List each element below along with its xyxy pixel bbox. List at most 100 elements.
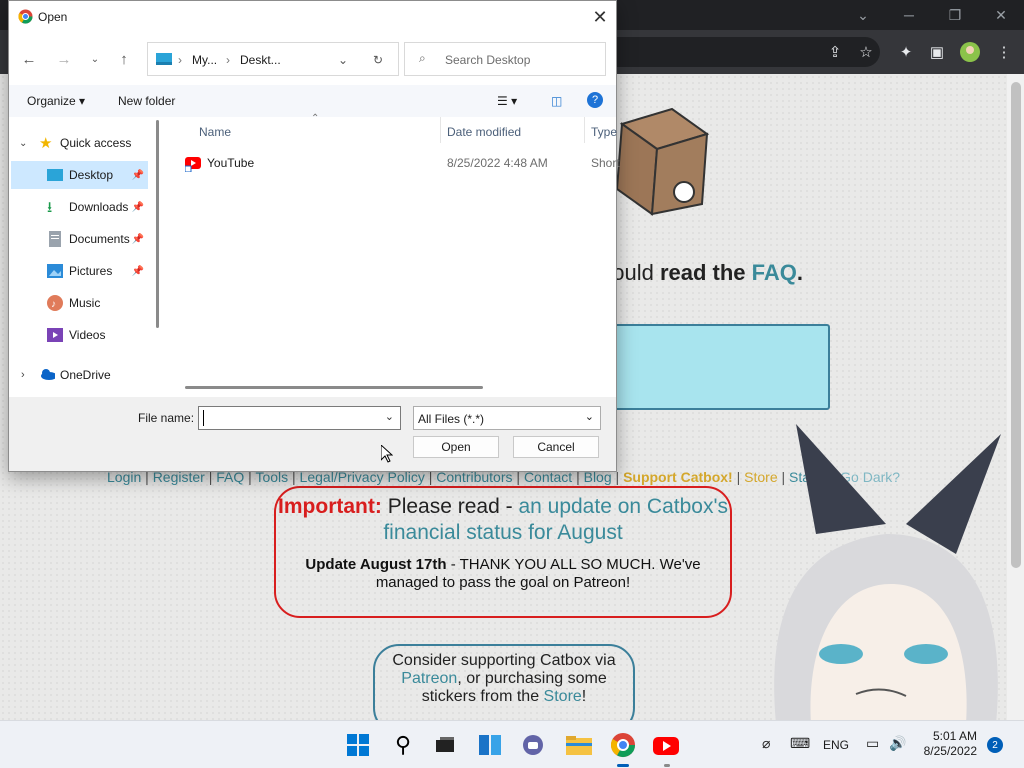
nav-pane-scrollbar[interactable] [156, 120, 159, 328]
clock-date: 8/25/2022 [923, 744, 977, 758]
chrome-taskbar-icon[interactable] [609, 731, 637, 759]
minimize-button[interactable]: ─ [886, 0, 932, 30]
file-date: 8/25/2022 4:48 AM [447, 156, 548, 170]
search-icon: ⌕ [419, 51, 426, 65]
system-clock[interactable]: 5:01 AM 8/25/2022 [915, 729, 977, 759]
refresh-icon[interactable]: ↻ [373, 53, 383, 67]
pin-icon: 📌 [131, 265, 144, 277]
chevron-right-icon[interactable]: › [21, 369, 25, 381]
help-icon[interactable]: ? [587, 92, 603, 108]
faq-link[interactable]: FAQ [752, 260, 797, 285]
notification-badge[interactable]: 2 [987, 737, 1003, 753]
menu-kebab-icon[interactable]: ⋮ [993, 41, 1015, 63]
nav-onedrive[interactable]: › OneDrive [11, 361, 148, 389]
faq-notice: hould read the FAQ. [600, 260, 804, 285]
search-input[interactable]: ⌕ Search Desktop [404, 42, 606, 76]
support-link[interactable]: Support Catbox! [623, 469, 733, 485]
desktop-folder-icon [156, 53, 172, 65]
cloud-icon [41, 369, 55, 380]
nav-videos[interactable]: Videos [11, 321, 148, 349]
active-app-indicator [617, 764, 629, 767]
widgets-icon[interactable] [476, 731, 504, 759]
support-notice: Consider supporting Catbox via Patreon, … [373, 644, 635, 720]
teams-chat-icon[interactable] [519, 731, 547, 759]
mascot-illustration [774, 424, 1001, 720]
language-indicator[interactable]: ENG [823, 738, 849, 752]
page-scroll-thumb[interactable] [1011, 82, 1021, 568]
chevron-down-icon[interactable]: ⌄ [385, 410, 394, 423]
catbox-logo [615, 107, 710, 216]
open-button[interactable]: Open [413, 436, 499, 458]
new-folder-button[interactable]: New folder [118, 94, 175, 108]
nav-documents[interactable]: Documents 📌 [11, 225, 148, 253]
chevron-down-icon[interactable]: ⌄ [19, 138, 27, 149]
breadcrumb-desktop[interactable]: Deskt... [240, 53, 281, 67]
start-windows-icon[interactable] [344, 731, 372, 759]
close-window-button[interactable]: ✕ [978, 0, 1024, 30]
file-name-input[interactable]: ⌄ [198, 406, 401, 430]
chevron-down-icon: ⌄ [584, 411, 594, 423]
star-icon: ★ [39, 135, 53, 152]
profile-avatar[interactable] [959, 41, 981, 63]
mouse-cursor-icon [381, 445, 393, 463]
view-options-icon[interactable]: ☰ ▾ [497, 94, 517, 108]
side-panel-icon[interactable]: ▣ [926, 41, 948, 63]
network-disconnected-icon[interactable]: ⌀ [762, 735, 770, 752]
dialog-titlebar: Open ✕ [9, 1, 616, 33]
preview-pane-icon[interactable]: ◫ [551, 94, 562, 108]
close-icon[interactable]: ✕ [584, 1, 616, 33]
bookmark-star-icon[interactable]: ☆ [855, 41, 877, 63]
file-list-scrollbar[interactable] [185, 386, 483, 389]
file-row[interactable]: YouTube 8/25/2022 4:48 AM Short [185, 153, 620, 175]
search-icon[interactable]: ⚲ [389, 731, 417, 759]
file-name-label: File name: [138, 411, 195, 425]
back-arrow-icon[interactable]: ← [17, 47, 41, 71]
sort-arrow-icon: ⌃ [311, 113, 320, 124]
address-breadcrumb[interactable]: › My... › Deskt... ⌄ ↻ [147, 42, 399, 76]
keyboard-icon[interactable]: ⌨ [790, 735, 810, 752]
chevron-down-icon[interactable]: ⌄ [840, 0, 886, 30]
upload-dropzone[interactable] [590, 324, 830, 410]
document-icon [49, 231, 61, 247]
file-type-filter[interactable]: All Files (*.*) ⌄ [413, 406, 601, 430]
breadcrumb-my[interactable]: My... [192, 53, 217, 67]
display-icon[interactable]: ▭ [866, 735, 879, 752]
restore-button[interactable]: ❐ [932, 0, 978, 30]
column-name[interactable]: Name [199, 125, 231, 139]
address-dropdown-icon[interactable]: ⌄ [338, 53, 348, 67]
file-type: Short [591, 156, 620, 170]
youtube-shortcut-icon [185, 157, 201, 172]
extensions-icon[interactable]: ✦ [895, 41, 917, 63]
share-icon[interactable]: ⇪ [824, 41, 846, 63]
column-date-modified[interactable]: Date modified [447, 125, 521, 139]
chrome-icon [18, 9, 33, 24]
recent-locations-chevron-icon[interactable]: ⌄ [83, 47, 107, 71]
up-arrow-icon[interactable]: ↑ [112, 47, 136, 71]
store-inline-link[interactable]: Store [544, 688, 582, 705]
organize-menu[interactable]: Organize ▾ [27, 94, 85, 108]
page-scrollbar[interactable] [1007, 74, 1024, 720]
nav-quick-access[interactable]: ⌄ ★ Quick access [11, 129, 148, 157]
nav-pictures[interactable]: Pictures 📌 [11, 257, 148, 285]
nav-music[interactable]: ♪ Music [11, 289, 148, 317]
nav-desktop[interactable]: Desktop 📌 [11, 161, 148, 189]
dialog-title: Open [38, 10, 68, 24]
pin-icon: 📌 [131, 233, 144, 245]
picture-icon [47, 264, 63, 278]
column-type[interactable]: Type [591, 125, 617, 139]
nav-downloads[interactable]: ⭳ Downloads 📌 [11, 193, 148, 221]
cancel-button[interactable]: Cancel [513, 436, 599, 458]
download-icon: ⭳ [47, 199, 53, 216]
task-view-icon[interactable] [431, 731, 459, 759]
file-explorer-icon[interactable] [565, 731, 593, 759]
running-app-indicator [664, 764, 670, 767]
important-notice: Important: Please read - an update on Ca… [274, 486, 732, 618]
clock-time: 5:01 AM [932, 729, 977, 743]
youtube-taskbar-icon[interactable] [653, 731, 681, 759]
navigation-pane: ⌄ ★ Quick access Desktop 📌 ⭳ Downloads 📌… [9, 117, 163, 397]
desktop-icon [47, 169, 63, 181]
volume-icon[interactable]: 🔊 [889, 735, 906, 752]
taskbar: ⚲ ⌀ ⌨ ENG ▭ 🔊 5:01 AM 8/25/2022 2 [0, 720, 1024, 768]
patreon-link[interactable]: Patreon [401, 670, 457, 687]
forward-arrow-icon[interactable]: → [52, 47, 76, 71]
